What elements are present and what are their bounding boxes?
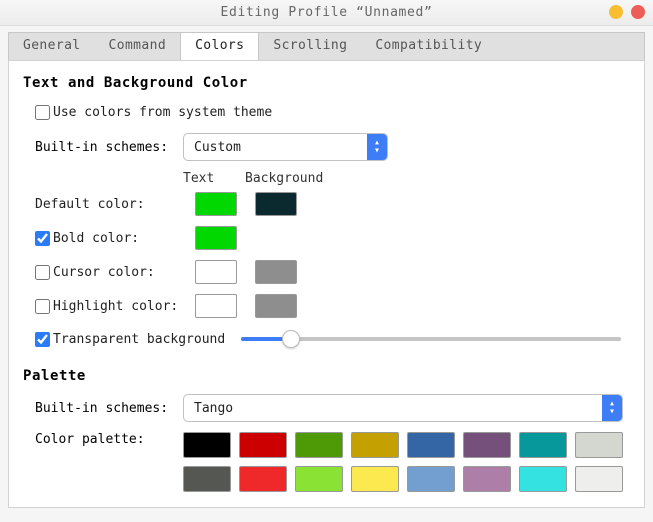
select-stepper-icon: ▴▾: [602, 395, 622, 421]
palette-swatch-7[interactable]: [575, 432, 623, 458]
palette-swatch-4[interactable]: [407, 432, 455, 458]
default-text-swatch[interactable]: [195, 192, 237, 216]
palette-scheme-label: Built-in schemes:: [35, 401, 183, 416]
cursor-text-swatch[interactable]: [195, 260, 237, 284]
transparent-row: Transparent background: [35, 328, 630, 350]
palette-swatch-6[interactable]: [519, 432, 567, 458]
cursor-label: Cursor color:: [53, 265, 155, 280]
palette-swatch-10[interactable]: [295, 466, 343, 492]
default-color-row: Default color:: [35, 192, 630, 216]
use-system-checkbox[interactable]: [35, 105, 50, 120]
palette-swatch-1[interactable]: [239, 432, 287, 458]
close-icon[interactable]: [631, 5, 645, 19]
bold-label: Bold color:: [53, 231, 139, 246]
palette-scheme-select[interactable]: Tango ▴▾: [183, 394, 623, 422]
col-text-header: Text: [183, 171, 227, 186]
palette-grid-label: Color palette:: [35, 432, 183, 447]
select-stepper-icon: ▴▾: [367, 134, 387, 160]
use-system-label: Use colors from system theme: [53, 105, 272, 120]
builtin-scheme-label: Built-in schemes:: [35, 140, 183, 155]
slider-thumb[interactable]: [282, 330, 300, 348]
default-color-label: Default color:: [35, 197, 145, 212]
palette-swatch-9[interactable]: [239, 466, 287, 492]
tab-bar: General Command Colors Scrolling Compati…: [8, 32, 645, 60]
builtin-scheme-row: Built-in schemes: Custom ▴▾: [35, 133, 630, 161]
palette-swatch-15[interactable]: [575, 466, 623, 492]
window-controls: [609, 5, 645, 19]
text-bg-heading: Text and Background Color: [23, 75, 630, 91]
tab-command[interactable]: Command: [95, 33, 181, 60]
tab-compatibility[interactable]: Compatibility: [361, 33, 496, 60]
titlebar: Editing Profile “Unnamed”: [0, 0, 653, 26]
builtin-scheme-select[interactable]: Custom ▴▾: [183, 133, 388, 161]
use-system-row: Use colors from system theme: [35, 101, 630, 123]
palette-swatch-13[interactable]: [463, 466, 511, 492]
highlight-color-row: Highlight color:: [35, 294, 630, 318]
palette-swatch-8[interactable]: [183, 466, 231, 492]
bold-checkbox[interactable]: [35, 231, 50, 246]
bold-color-row: Bold color:: [35, 226, 630, 250]
highlight-checkbox[interactable]: [35, 299, 50, 314]
window-title: Editing Profile “Unnamed”: [221, 5, 433, 20]
palette-swatch-11[interactable]: [351, 466, 399, 492]
palette-swatch-12[interactable]: [407, 466, 455, 492]
cursor-checkbox[interactable]: [35, 265, 50, 280]
tab-scrolling[interactable]: Scrolling: [259, 33, 361, 60]
highlight-label: Highlight color:: [53, 299, 178, 314]
palette-scheme-row: Built-in schemes: Tango ▴▾: [35, 394, 630, 422]
highlight-bg-swatch[interactable]: [255, 294, 297, 318]
default-bg-swatch[interactable]: [255, 192, 297, 216]
builtin-scheme-value: Custom: [184, 140, 367, 155]
palette-scheme-value: Tango: [184, 401, 602, 416]
palette-swatch-14[interactable]: [519, 466, 567, 492]
palette-swatch-3[interactable]: [351, 432, 399, 458]
tab-colors[interactable]: Colors: [180, 33, 259, 60]
palette-grid: [183, 432, 623, 492]
transparent-label: Transparent background: [53, 332, 225, 347]
col-bg-header: Background: [245, 171, 323, 186]
palette-heading: Palette: [23, 368, 630, 384]
cursor-bg-swatch[interactable]: [255, 260, 297, 284]
transparent-slider[interactable]: [241, 337, 621, 341]
palette-swatch-0[interactable]: [183, 432, 231, 458]
tab-general[interactable]: General: [9, 33, 95, 60]
transparent-checkbox[interactable]: [35, 332, 50, 347]
palette-swatch-2[interactable]: [295, 432, 343, 458]
minimize-icon[interactable]: [609, 5, 623, 19]
colors-panel: Text and Background Color Use colors fro…: [8, 60, 645, 508]
cursor-color-row: Cursor color:: [35, 260, 630, 284]
palette-grid-row: Color palette:: [35, 432, 630, 492]
highlight-text-swatch[interactable]: [195, 294, 237, 318]
palette-swatch-5[interactable]: [463, 432, 511, 458]
bold-text-swatch[interactable]: [195, 226, 237, 250]
color-columns-header: Text Background: [183, 171, 630, 186]
